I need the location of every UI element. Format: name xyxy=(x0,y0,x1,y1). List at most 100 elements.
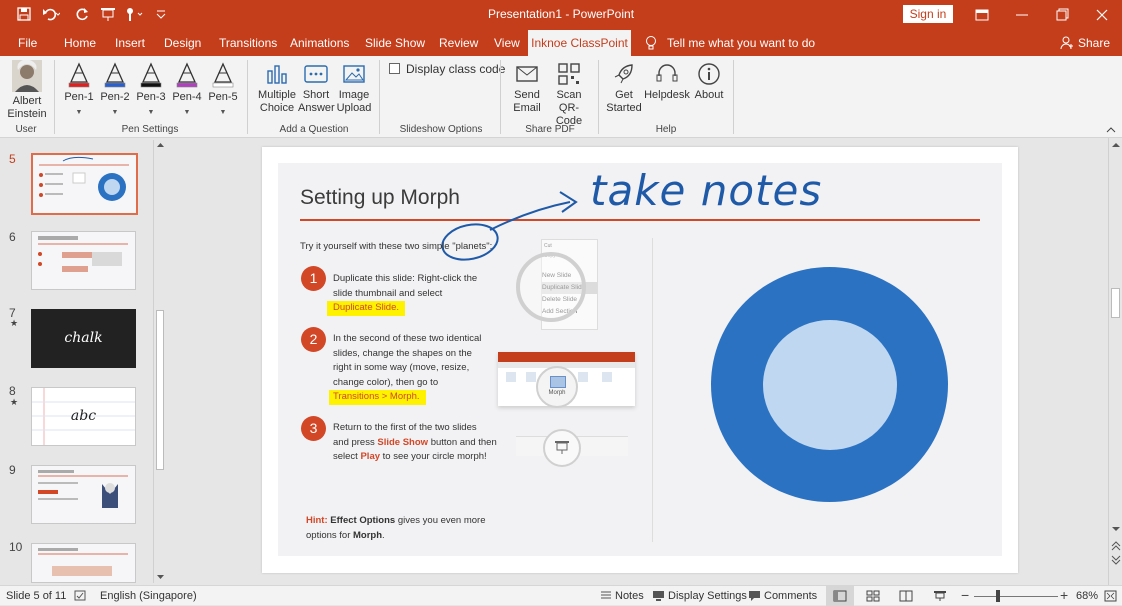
display-class-code-checkbox[interactable] xyxy=(389,63,400,74)
scroll-up-icon[interactable] xyxy=(1109,140,1122,150)
scan-qr-code-button[interactable]: Scan QR- Code xyxy=(546,62,592,128)
step-1-highlight: Duplicate Slide. xyxy=(327,301,406,316)
tab-review[interactable]: Review xyxy=(439,36,478,50)
display-settings-button[interactable]: Display Settings xyxy=(668,590,747,602)
thumbnail-slide-6[interactable] xyxy=(31,231,136,290)
chevron-down-icon[interactable]: ▼ xyxy=(62,106,96,119)
hint-line-1: gives you even more xyxy=(395,515,486,526)
tab-transitions[interactable]: Transitions xyxy=(219,36,277,50)
sign-in-button[interactable]: Sign in xyxy=(903,5,953,23)
step-3-line-3a: select xyxy=(333,451,361,462)
step-2-badge: 2 xyxy=(301,327,326,352)
next-slide-icon[interactable] xyxy=(1109,554,1122,566)
thumbnail-scroll-thumb[interactable] xyxy=(156,310,164,470)
pen-2-button[interactable]: Pen-2 ▼ xyxy=(98,62,132,119)
chevron-down-icon[interactable]: ▼ xyxy=(134,106,168,119)
pen-icon xyxy=(176,62,198,88)
zoom-level[interactable]: 68% xyxy=(1076,590,1098,602)
close-icon[interactable] xyxy=(1082,0,1122,30)
user-button[interactable]: Albert Einstein xyxy=(6,60,48,121)
tell-me-search[interactable]: Tell me what you want to do xyxy=(667,36,815,50)
slide-scrollbar[interactable] xyxy=(1108,138,1122,585)
collapse-ribbon-icon[interactable] xyxy=(1106,126,1116,134)
zoom-slider-thumb[interactable] xyxy=(996,590,1000,602)
thumbnail-slide-5[interactable] xyxy=(31,153,138,215)
pen-4-button[interactable]: Pen-4 ▼ xyxy=(170,62,204,119)
step-3-line-3c: to see your circle morph! xyxy=(380,451,487,462)
tab-slide-show[interactable]: Slide Show xyxy=(365,36,425,50)
tab-view[interactable]: View xyxy=(494,36,520,50)
notes-button[interactable]: Notes xyxy=(615,590,644,602)
slide-scroll-thumb[interactable] xyxy=(1111,288,1120,318)
ribbon-display-options-icon[interactable] xyxy=(962,0,1002,30)
language-indicator[interactable]: English (Singapore) xyxy=(100,590,197,602)
group-label-share-pdf: Share PDF xyxy=(525,124,575,135)
fit-slide-icon[interactable] xyxy=(1104,590,1117,602)
image-icon xyxy=(343,65,365,83)
thumbnail-slide-8[interactable]: abc xyxy=(31,387,136,446)
slide-title[interactable]: Setting up Morph xyxy=(300,186,460,210)
tab-insert[interactable]: Insert xyxy=(115,36,145,50)
restore-icon[interactable] xyxy=(1042,0,1082,30)
thumbnail-slide-9[interactable] xyxy=(31,465,136,524)
minimize-icon[interactable] xyxy=(1002,0,1042,30)
zoom-in-icon[interactable]: + xyxy=(1060,587,1068,603)
pen-icon xyxy=(212,62,234,88)
pen-label: Pen-3 xyxy=(136,91,166,103)
ribbon-separator xyxy=(598,60,599,134)
share-person-icon[interactable] xyxy=(1060,36,1074,50)
document-title: Presentation1 - PowerPoint xyxy=(487,7,635,21)
send-email-button[interactable]: Send Email xyxy=(509,62,545,115)
slide-divider xyxy=(652,238,653,542)
title-bar: Presentation1 - PowerPoint Sign in xyxy=(0,0,1122,30)
thumbnail-slide-10[interactable] xyxy=(31,543,136,583)
text-box-icon xyxy=(304,65,328,83)
hint-period: . xyxy=(382,529,385,541)
previous-slide-icon[interactable] xyxy=(1109,540,1122,552)
get-started-button[interactable]: Get Started xyxy=(604,62,644,115)
zoom-slider[interactable] xyxy=(974,596,1058,597)
step-2-line-3: right in some way (move, resize, xyxy=(333,362,470,373)
thumbnail-number: 9 xyxy=(9,463,16,477)
tab-design[interactable]: Design xyxy=(164,36,201,50)
pen-5-button[interactable]: Pen-5 ▼ xyxy=(206,62,240,119)
chevron-down-icon[interactable]: ▼ xyxy=(206,106,240,119)
short-answer-button[interactable]: Short Answer xyxy=(298,62,335,115)
slide-show-view-icon[interactable] xyxy=(933,590,947,602)
scroll-down-icon[interactable] xyxy=(154,572,167,582)
thumbnail-scrollbar[interactable] xyxy=(153,140,166,583)
pen-1-button[interactable]: Pen-1 ▼ xyxy=(62,62,96,119)
image-upload-button[interactable]: Image Upload xyxy=(336,62,372,115)
about-button[interactable]: About xyxy=(690,62,728,102)
short-answer-label-2: Answer xyxy=(298,102,335,114)
step-2-line-1: In the second of these two identical xyxy=(333,333,482,344)
zoom-out-icon[interactable]: − xyxy=(961,587,969,603)
share-button[interactable]: Share xyxy=(1078,36,1110,50)
tab-file[interactable]: File xyxy=(18,36,37,50)
scroll-up-icon[interactable] xyxy=(154,140,167,150)
inner-circle-shape[interactable] xyxy=(763,320,897,450)
spell-check-icon[interactable] xyxy=(74,590,86,601)
normal-view-button[interactable] xyxy=(826,586,854,606)
scroll-down-icon[interactable] xyxy=(1109,524,1122,534)
reading-view-icon[interactable] xyxy=(899,590,913,602)
step-3-line-2a: and press xyxy=(333,436,378,448)
multiple-choice-button[interactable]: Multiple Choice xyxy=(256,62,298,115)
pen-3-button[interactable]: Pen-3 ▼ xyxy=(134,62,168,119)
step-3-play: Play xyxy=(360,451,381,462)
helpdesk-button[interactable]: Helpdesk xyxy=(644,62,690,102)
send-email-label-1: Send xyxy=(514,89,540,101)
tab-inknoe-classpoint[interactable]: Inknoe ClassPoint xyxy=(528,30,631,56)
slide-sorter-icon[interactable] xyxy=(866,590,880,602)
chevron-down-icon[interactable]: ▼ xyxy=(170,106,204,119)
chalk-text: chalk xyxy=(64,330,103,346)
tab-animations[interactable]: Animations xyxy=(290,36,349,50)
slide-counter: Slide 5 of 11 xyxy=(6,590,67,602)
tab-home[interactable]: Home xyxy=(64,36,96,50)
thumbnail-slide-7[interactable]: chalk xyxy=(31,309,136,368)
get-started-label-1: Get xyxy=(615,89,633,101)
multiple-choice-label-1: Multiple xyxy=(258,89,296,101)
comments-button[interactable]: Comments xyxy=(764,590,817,602)
hint-morph: Morph xyxy=(353,529,383,541)
chevron-down-icon[interactable]: ▼ xyxy=(98,106,132,119)
